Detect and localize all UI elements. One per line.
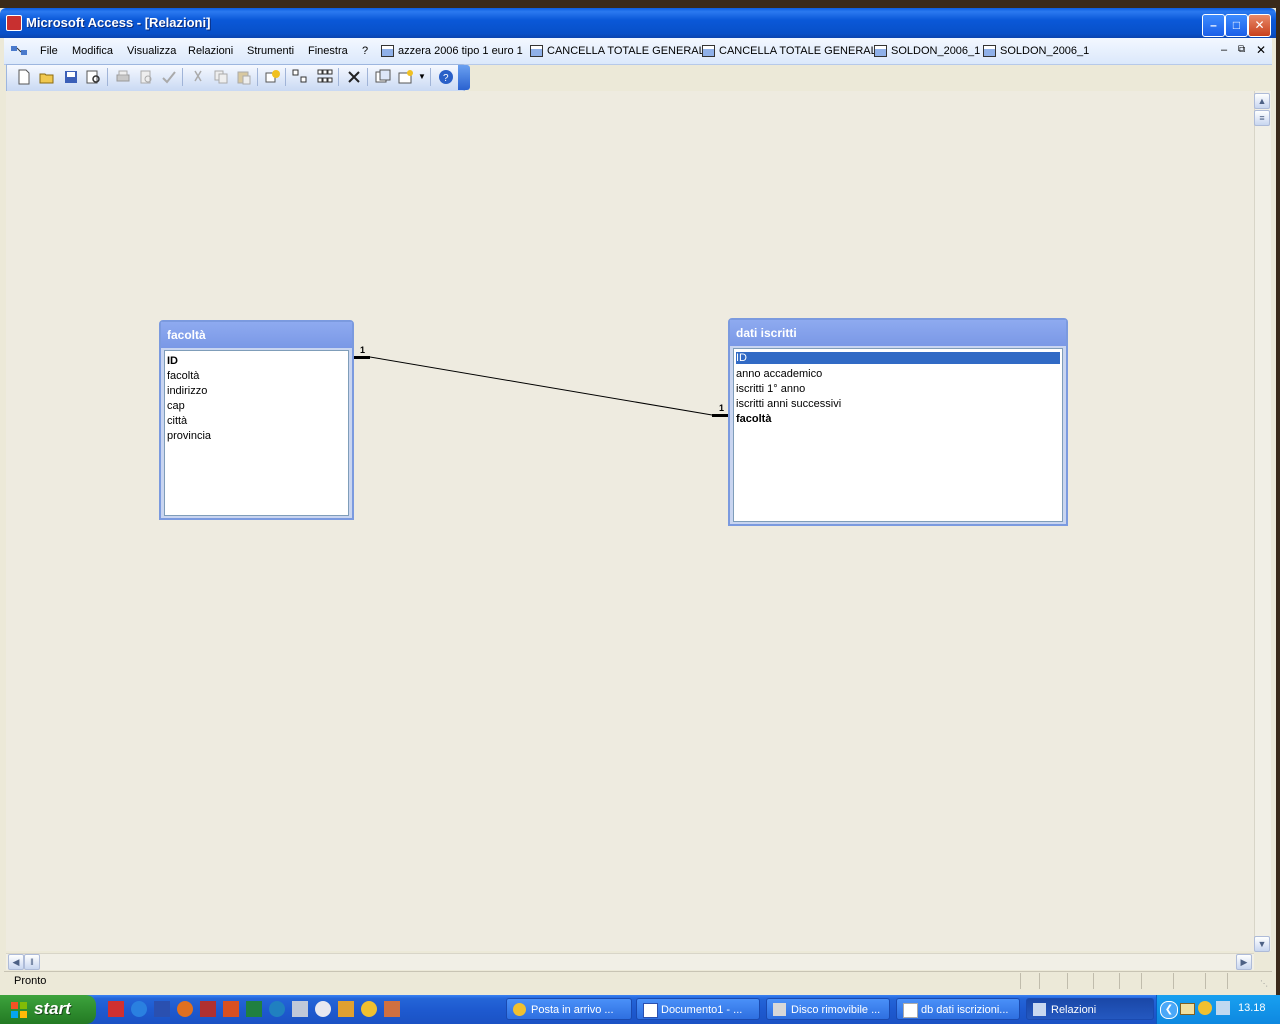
cardinality-right: 1	[719, 403, 725, 413]
field-item[interactable]: iscritti anni successivi	[736, 398, 841, 410]
field-item[interactable]: città	[167, 415, 187, 427]
network-icon[interactable]	[1216, 1001, 1230, 1015]
join-line-right-end	[712, 414, 728, 417]
horizontal-scrollbar[interactable]	[6, 953, 1254, 970]
outlook-tray-icon[interactable]	[1198, 1001, 1212, 1015]
field-list[interactable]: ID facoltà indirizzo cap città provincia	[164, 350, 349, 516]
table-dati-iscritti[interactable]: dati iscritti ID anno accademico iscritt…	[728, 318, 1068, 526]
field-list[interactable]: ID anno accademico iscritti 1° anno iscr…	[733, 348, 1063, 522]
table-title[interactable]: dati iscritti	[730, 320, 1066, 346]
task-posta[interactable]: Posta in arrivo ...	[506, 998, 632, 1020]
browser-icon[interactable]	[269, 1001, 285, 1017]
mail-icon[interactable]	[1180, 1003, 1195, 1015]
powerpoint-icon[interactable]	[223, 1001, 239, 1017]
task-label: db dati iscrizioni...	[921, 1004, 1009, 1016]
status-panels	[1020, 973, 1261, 989]
clock: 13.18	[1238, 1002, 1266, 1014]
calculator-icon[interactable]	[292, 1001, 308, 1017]
database-icon	[903, 1003, 918, 1018]
task-documento[interactable]: Documento1 - ...	[636, 998, 760, 1020]
task-disco[interactable]: Disco rimovibile ...	[766, 998, 890, 1020]
people-icon[interactable]	[338, 1001, 354, 1017]
vertical-scroll-thumb[interactable]: ≡	[1254, 110, 1270, 126]
task-label: Documento1 - ...	[661, 1004, 743, 1016]
field-item[interactable]: ID	[736, 352, 1060, 364]
word-icon[interactable]	[154, 1001, 170, 1017]
firefox-icon[interactable]	[177, 1001, 193, 1017]
field-item[interactable]: iscritti 1° anno	[736, 383, 805, 395]
drive-icon	[773, 1003, 786, 1016]
messenger-icon[interactable]	[315, 1001, 331, 1017]
field-item[interactable]: facoltà	[167, 370, 199, 382]
start-button[interactable]: start	[0, 995, 96, 1024]
relationships-icon	[1033, 1003, 1046, 1016]
field-item[interactable]: facoltà	[736, 413, 771, 425]
scroll-right-button[interactable]: ▶	[1236, 954, 1252, 970]
resize-grip-icon[interactable]: ⋱	[1260, 979, 1268, 988]
windows-logo-icon	[11, 1002, 27, 1018]
task-label: Posta in arrivo ...	[531, 1004, 614, 1016]
field-item[interactable]: ID	[167, 355, 178, 367]
scroll-left-button[interactable]: ◀	[8, 954, 24, 970]
field-item[interactable]: cap	[167, 400, 185, 412]
access-icon[interactable]	[200, 1001, 216, 1017]
field-item[interactable]: indirizzo	[167, 385, 207, 397]
table-title[interactable]: facoltà	[161, 322, 352, 348]
excel-icon[interactable]	[246, 1001, 262, 1017]
task-label: Disco rimovibile ...	[791, 1004, 881, 1016]
chevron-left-icon[interactable]: ❮	[1160, 1001, 1178, 1019]
status-text: Pronto	[14, 975, 47, 987]
vertical-scrollbar[interactable]	[1254, 91, 1271, 951]
relationship-line[interactable]	[369, 356, 713, 416]
outlook-icon	[513, 1003, 526, 1016]
app-icon[interactable]	[384, 1001, 400, 1017]
ie-icon[interactable]	[131, 1001, 147, 1017]
outlook-icon[interactable]	[361, 1001, 377, 1017]
field-item[interactable]: provincia	[167, 430, 211, 442]
task-db[interactable]: db dati iscrizioni...	[896, 998, 1020, 1020]
table-facolta[interactable]: facoltà ID facoltà indirizzo cap città p…	[159, 320, 354, 520]
field-item[interactable]: anno accademico	[736, 368, 822, 380]
task-relazioni[interactable]: Relazioni	[1026, 998, 1154, 1020]
scroll-down-button[interactable]: ▼	[1254, 936, 1270, 952]
start-label: start	[34, 999, 71, 1018]
task-label: Relazioni	[1051, 1004, 1097, 1016]
scroll-up-button[interactable]: ▲	[1254, 93, 1270, 109]
join-line-left-end	[354, 356, 370, 359]
cardinality-left: 1	[360, 345, 366, 355]
horizontal-scroll-thumb[interactable]: ‖	[24, 954, 40, 970]
word-icon	[643, 1003, 658, 1018]
acrobat-icon[interactable]	[108, 1001, 124, 1017]
